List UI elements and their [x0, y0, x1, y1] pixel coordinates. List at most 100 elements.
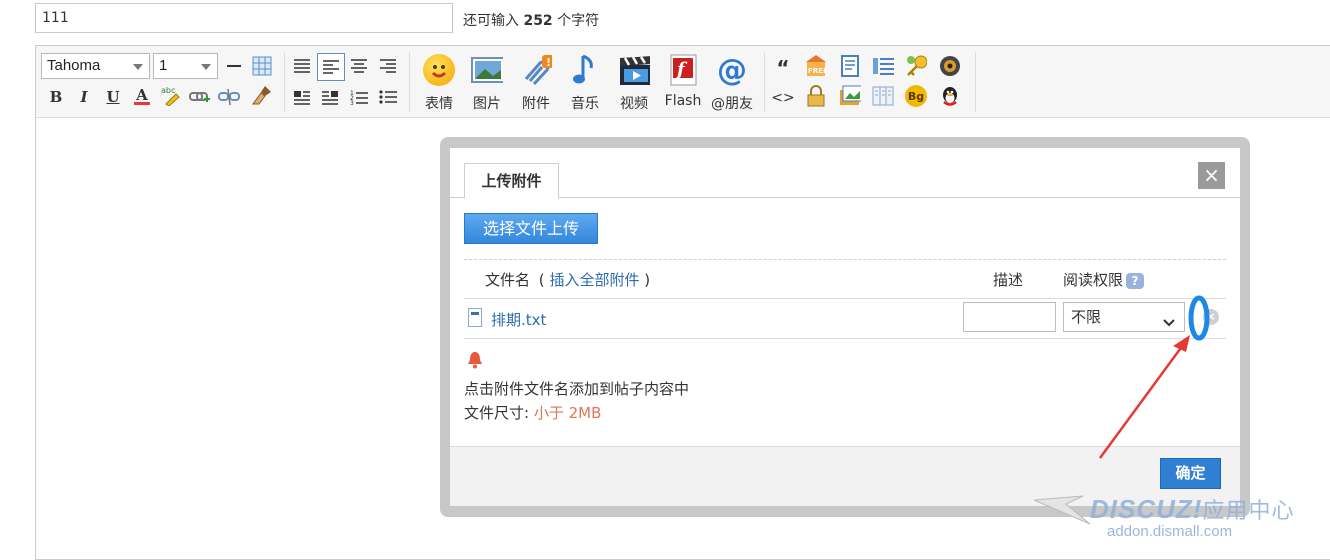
- flash-icon: f: [667, 54, 699, 86]
- row-divider: [464, 338, 1226, 339]
- lock-icon[interactable]: [805, 85, 827, 107]
- paren-close: ): [644, 271, 651, 289]
- permission-header-label: 阅读权限: [1063, 271, 1124, 289]
- code-icon[interactable]: <>: [771, 87, 795, 109]
- unordered-list-icon[interactable]: [377, 86, 399, 108]
- paren-open: (: [538, 271, 545, 289]
- upload-attachment-dialog: 上传附件 × 选择文件上传 文件名 ( 插入全部附件 ) 描述 阅读权限? 排期…: [450, 148, 1240, 506]
- font-color-button[interactable]: A: [131, 84, 153, 106]
- columns-icon[interactable]: [872, 85, 894, 107]
- bell-icon: [468, 352, 482, 369]
- file-size-limit: 文件尺寸: 小于 2MB: [464, 402, 601, 423]
- bg-glyph: Bg: [907, 89, 925, 103]
- music-label: 音乐: [571, 96, 599, 112]
- video-label: 视频: [620, 96, 648, 112]
- smiley-icon: [423, 54, 455, 86]
- music-button[interactable]: 音乐: [563, 52, 607, 112]
- clear-format-brush-icon[interactable]: [251, 84, 273, 106]
- underline-button[interactable]: U: [102, 86, 124, 108]
- image-label: 图片: [473, 96, 501, 112]
- select-file-upload-button[interactable]: 选择文件上传: [464, 213, 598, 244]
- font-family-select[interactable]: Tahoma: [41, 53, 150, 79]
- italic-button[interactable]: I: [73, 86, 95, 108]
- float-right-icon[interactable]: [319, 86, 341, 108]
- bold-button[interactable]: B: [45, 86, 67, 108]
- quote-glyph: “: [776, 56, 790, 80]
- close-button[interactable]: ×: [1198, 162, 1225, 189]
- align-right-icon[interactable]: [377, 55, 399, 77]
- char-hint-prefix: 还可输入: [463, 13, 519, 29]
- color-swatch: [134, 101, 150, 105]
- emoji-button[interactable]: 表情: [417, 52, 461, 112]
- flash-label: Flash: [664, 93, 702, 109]
- read-permission-select[interactable]: 不限: [1063, 302, 1185, 332]
- attachment-label: 附件: [522, 96, 550, 112]
- background-color-icon[interactable]: Bg: [905, 85, 927, 107]
- image-gallery-icon[interactable]: [839, 85, 861, 107]
- italic-label: I: [80, 88, 88, 106]
- float-left-icon[interactable]: [291, 86, 313, 108]
- font-family-value: Tahoma: [47, 57, 101, 74]
- tab-upload-attachment[interactable]: 上传附件: [464, 163, 559, 199]
- attachment-file-name[interactable]: 排期.txt: [491, 309, 546, 330]
- link-add-icon[interactable]: [189, 86, 211, 108]
- qq-penguin-icon[interactable]: [939, 85, 961, 107]
- file-size-label: 文件尺寸:: [464, 404, 534, 422]
- aperture-icon[interactable]: [939, 55, 961, 77]
- chevron-down-icon: [1163, 310, 1175, 338]
- highlight-pen-icon[interactable]: abc: [160, 84, 182, 106]
- mention-label: @朋友: [711, 96, 753, 112]
- confirm-button[interactable]: 确定: [1160, 458, 1221, 489]
- editor-toolbar: Tahoma 1 B I U A abc 1 2 3 表情 图片 ! 附件 音乐…: [36, 46, 1330, 118]
- subject-input[interactable]: [35, 3, 453, 33]
- ordered-list-icon[interactable]: 123: [348, 86, 370, 108]
- char-count: 252: [523, 13, 553, 29]
- table-icon[interactable]: [251, 55, 273, 77]
- char-count-hint: 还可输入 252 个字符: [463, 10, 599, 30]
- filename-column-header: 文件名 ( 插入全部附件 ): [485, 269, 650, 290]
- attachment-button[interactable]: ! 附件: [514, 52, 558, 112]
- video-button[interactable]: 视频: [612, 52, 656, 112]
- delete-attachment-icon[interactable]: ×: [1203, 309, 1219, 325]
- watermark-logo-text: DISCUZ!: [1090, 494, 1203, 524]
- align-left-icon[interactable]: [317, 53, 345, 81]
- help-icon[interactable]: ?: [1126, 272, 1145, 289]
- dashed-divider: [464, 259, 1226, 260]
- align-center-icon[interactable]: [348, 55, 370, 77]
- paperclip-icon: !: [520, 54, 552, 86]
- toolbar-separator: [284, 52, 285, 112]
- read-permission-value: 不限: [1071, 308, 1102, 326]
- row-divider: [464, 298, 1226, 299]
- align-justify-icon[interactable]: [291, 55, 313, 77]
- flash-button[interactable]: f Flash: [661, 52, 705, 112]
- watermark-url: addon.dismall.com: [1107, 523, 1233, 540]
- page-icon[interactable]: [839, 55, 861, 77]
- toolbar-separator: [409, 52, 410, 112]
- free-block-icon[interactable]: FREE: [805, 55, 827, 77]
- unlink-icon[interactable]: [218, 86, 240, 108]
- file-size-value: 小于 2MB: [533, 404, 602, 422]
- permission-column-header: 阅读权限?: [1063, 269, 1145, 290]
- code-glyph: <>: [771, 90, 795, 106]
- chevron-down-icon: [201, 64, 211, 70]
- font-size-value: 1: [159, 57, 168, 74]
- char-hint-suffix: 个字符: [557, 13, 600, 29]
- attachment-description-input[interactable]: [963, 302, 1056, 332]
- quote-icon[interactable]: “: [772, 56, 794, 80]
- image-icon: [471, 54, 503, 86]
- insert-all-attachments-link[interactable]: 插入全部附件: [549, 271, 639, 289]
- horizontal-rule-icon[interactable]: [223, 55, 245, 77]
- attachment-hint-text: 点击附件文件名添加到帖子内容中: [464, 380, 690, 398]
- mention-button[interactable]: @ @朋友: [710, 52, 754, 113]
- password-key-icon[interactable]: [905, 55, 927, 77]
- toolbar-separator: [764, 52, 765, 112]
- font-size-select[interactable]: 1: [153, 53, 218, 79]
- text-file-icon: [468, 308, 482, 327]
- index-icon[interactable]: [872, 55, 894, 77]
- toolbar-separator: [975, 52, 976, 112]
- description-column-header: 描述: [993, 271, 1024, 289]
- emoji-label: 表情: [425, 96, 453, 112]
- image-button[interactable]: 图片: [465, 52, 509, 112]
- watermark-logo-cn: 应用中心: [1202, 498, 1295, 523]
- bold-label: B: [49, 88, 63, 106]
